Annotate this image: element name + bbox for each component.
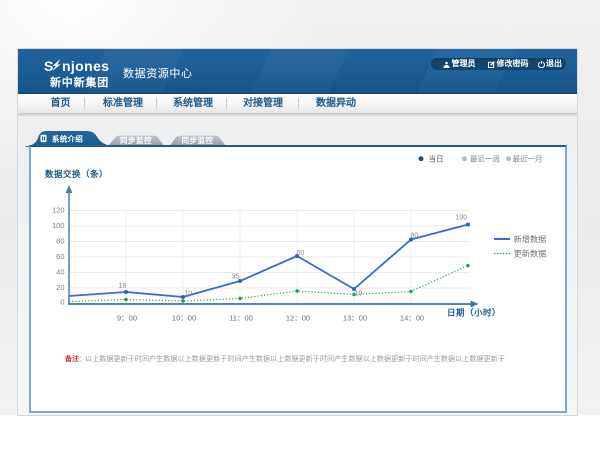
svg-text:80: 80 [411,233,419,240]
svg-text:100: 100 [456,215,468,222]
svg-text:12：00: 12：00 [286,314,310,323]
svg-text:10: 10 [185,291,193,298]
svg-text:0: 0 [60,298,64,307]
svg-text:18: 18 [119,283,127,290]
svg-text:以上数据更新于时间产生数据以上数据更新于时间产生数据以上数据: 以上数据更新于时间产生数据以上数据更新于时间产生数据以上数据更新于时间产生数据以… [85,354,505,363]
svg-text:40: 40 [56,268,64,277]
svg-text:当日: 当日 [429,153,444,163]
svg-text:14：00: 14：00 [400,314,424,323]
svg-text:11：00: 11：00 [229,314,253,323]
svg-text:20: 20 [56,283,64,292]
svg-text:10：00: 10：00 [172,314,196,323]
svg-text:60: 60 [297,250,305,257]
svg-text:最近一月: 最近一月 [513,153,543,163]
svg-text:数据交换（条）: 数据交换（条） [45,169,108,179]
svg-text:80: 80 [56,237,64,246]
svg-text:9：00: 9：00 [117,314,137,323]
svg-text:新增数据: 新增数据 [514,234,547,244]
svg-text:10: 10 [355,291,363,298]
svg-text:100: 100 [52,221,65,230]
svg-text:备注：: 备注： [64,354,86,363]
svg-text:日期（小时）: 日期（小时） [447,308,501,318]
svg-text:60: 60 [56,252,64,261]
svg-text:120: 120 [52,206,65,215]
svg-text:系统介绍: 系统介绍 [52,133,83,143]
svg-text:35: 35 [232,274,240,281]
svg-text:13：00: 13：00 [343,314,367,323]
svg-text:更新数据: 更新数据 [514,249,547,259]
svg-text:最近一周: 最近一周 [470,153,500,163]
